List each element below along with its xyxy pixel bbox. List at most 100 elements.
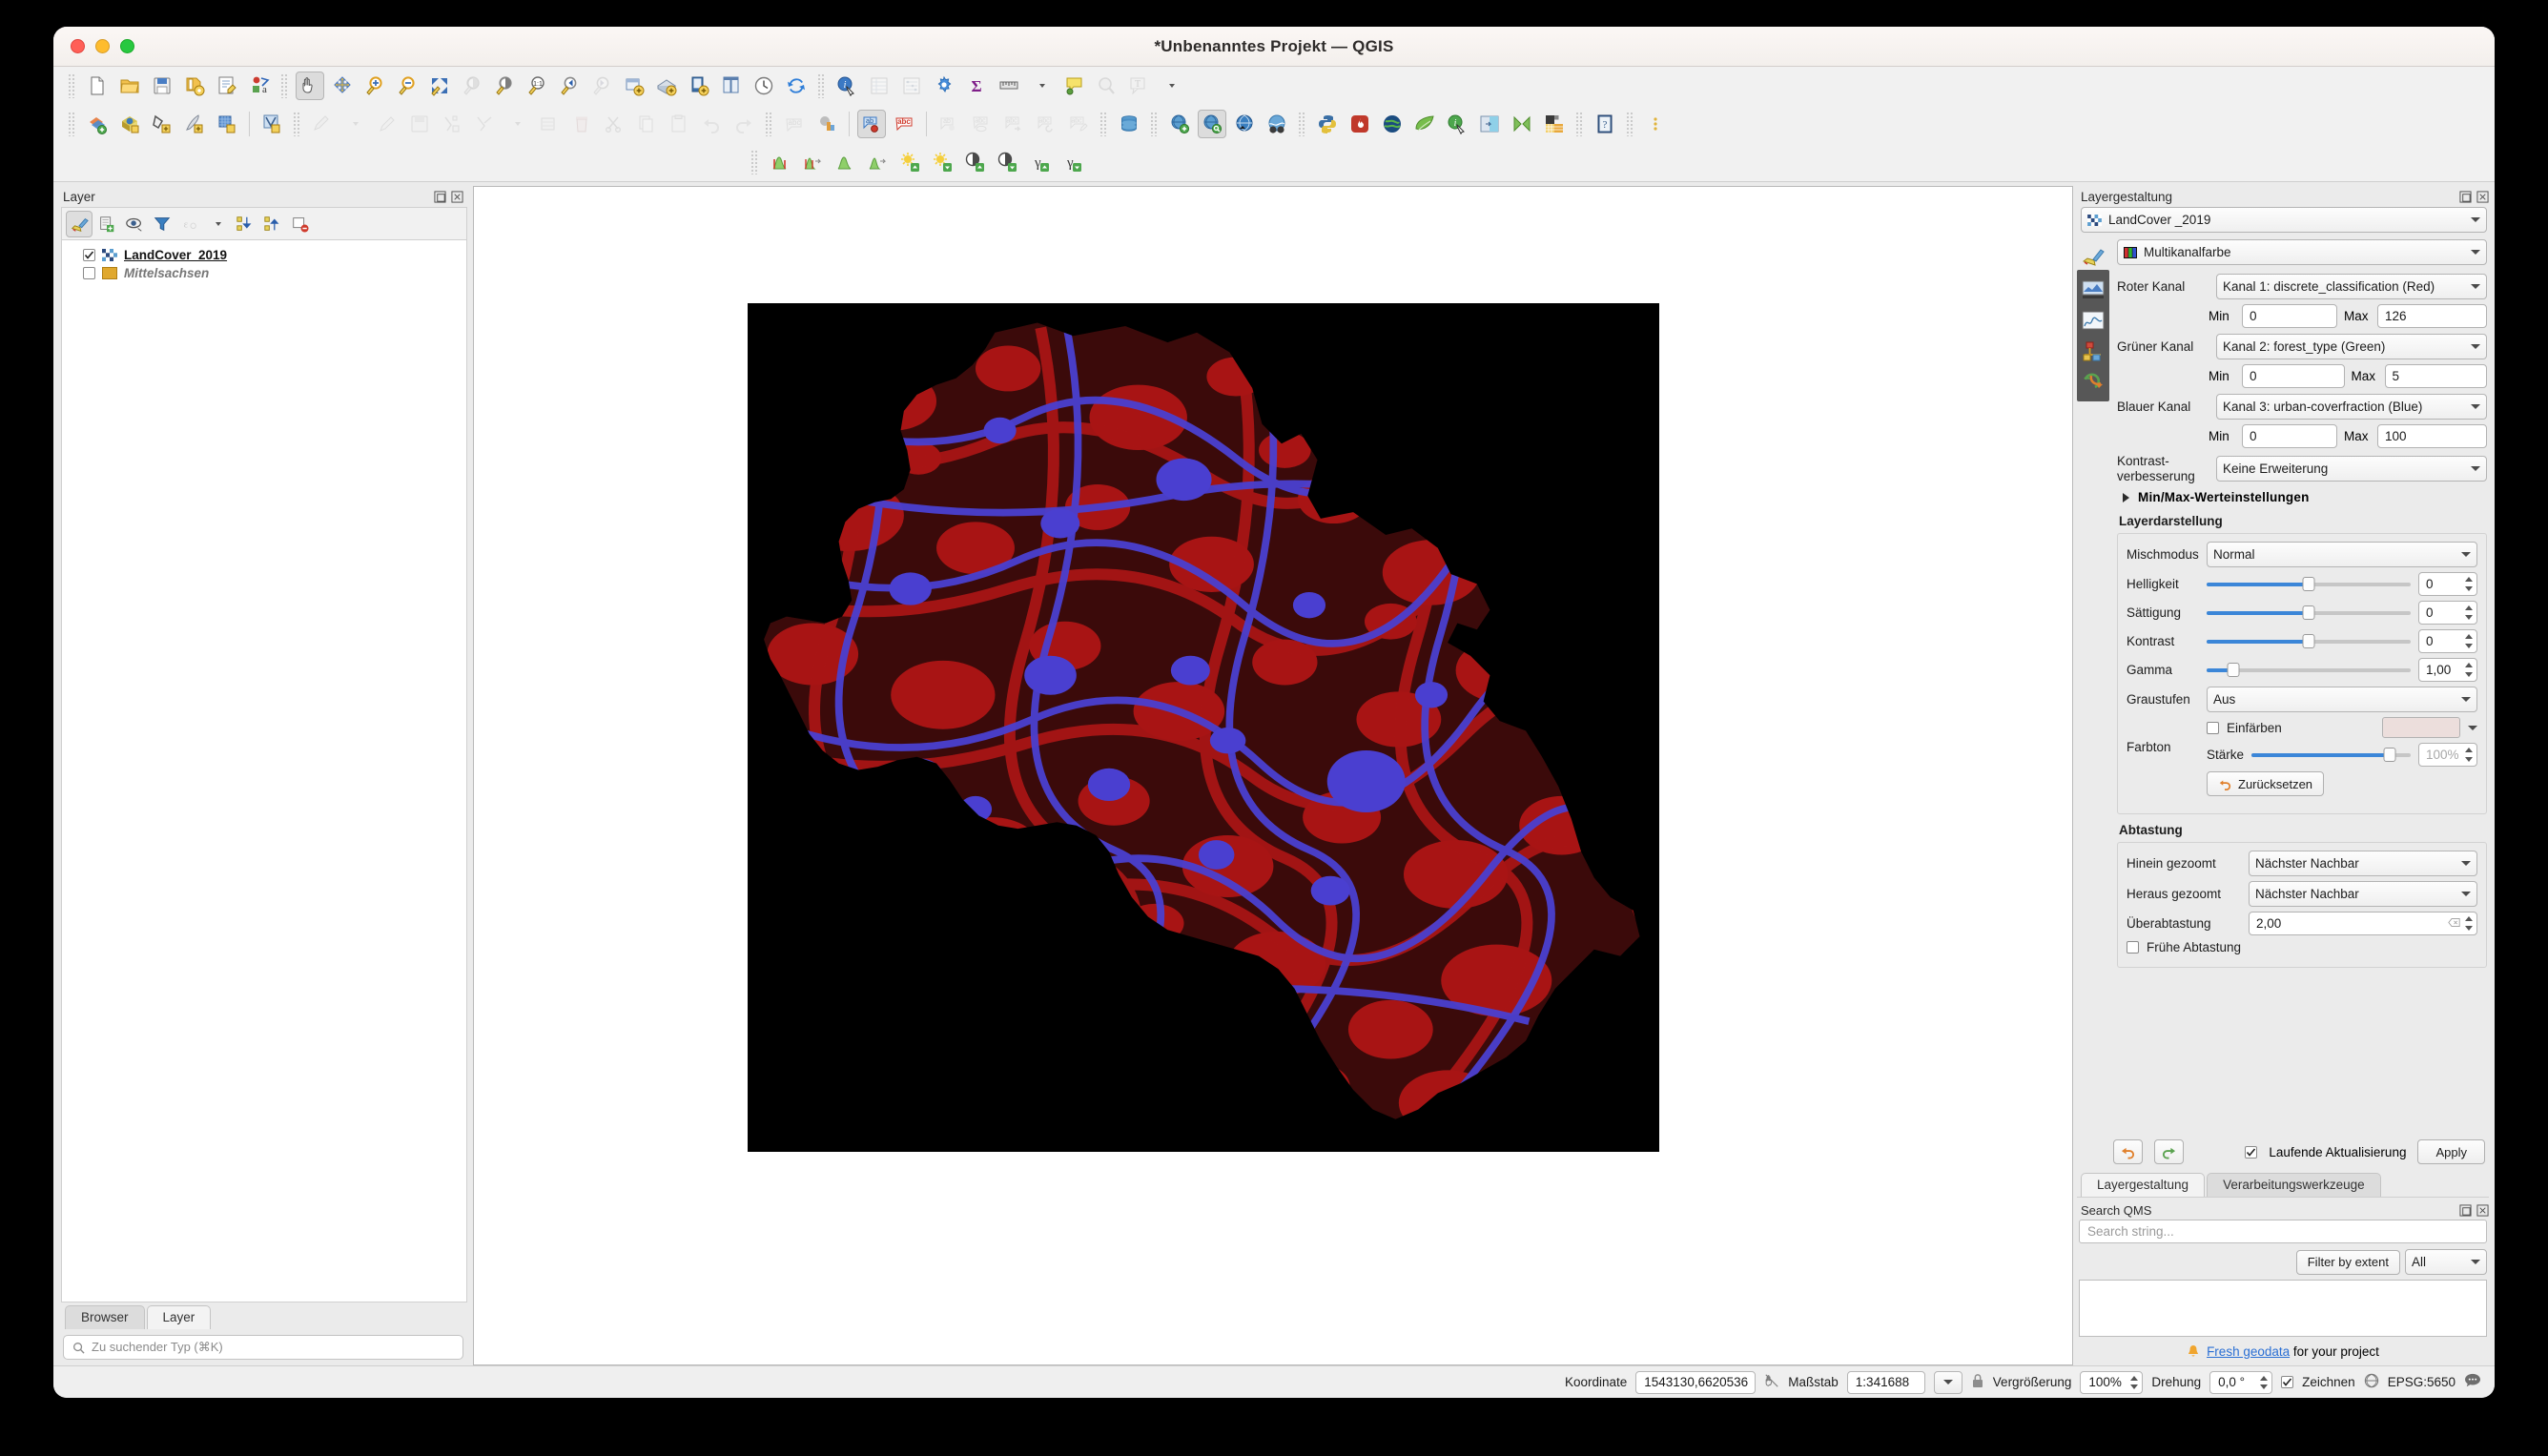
toolbar-grip[interactable] — [1298, 112, 1306, 136]
zoom-in-icon[interactable] — [360, 72, 389, 100]
toolbar-grip[interactable] — [765, 112, 773, 136]
zoom-next-icon[interactable] — [587, 72, 616, 100]
expand-all-icon[interactable] — [232, 211, 258, 237]
vertex-tool-icon[interactable] — [438, 110, 466, 138]
raster-plugin-icon[interactable] — [1540, 110, 1569, 138]
message-bubble-icon[interactable] — [2464, 1373, 2481, 1391]
contrast-enhancement-selector[interactable]: Keine Erweiterung — [2216, 456, 2487, 482]
strength-slider[interactable] — [2251, 748, 2411, 763]
temporal-controller-icon[interactable] — [750, 72, 778, 100]
contrast-slider[interactable] — [2207, 634, 2411, 649]
globe-plugin-icon[interactable] — [1378, 110, 1407, 138]
chevron-down-icon[interactable] — [204, 211, 231, 237]
add-wms-layer-icon[interactable] — [115, 110, 144, 138]
manage-layer-visibility-icon[interactable] — [121, 211, 148, 237]
add-mesh-layer-icon[interactable] — [213, 110, 241, 138]
new-print-layout-icon[interactable] — [213, 72, 241, 100]
contrast-decrease-icon[interactable] — [993, 148, 1021, 176]
add-vector-tile-icon[interactable] — [148, 110, 176, 138]
search-map-icon[interactable] — [1092, 72, 1120, 100]
qms-globe-icon[interactable] — [1230, 110, 1259, 138]
blue-band-max-input[interactable]: 100 — [2377, 424, 2488, 448]
zoom-native-resolution-icon[interactable]: 1:1 — [523, 72, 551, 100]
redo-icon[interactable] — [729, 110, 758, 138]
collapse-all-icon[interactable] — [259, 211, 286, 237]
brightness-slider[interactable] — [2207, 577, 2411, 592]
renderer-selector[interactable]: Multikanalfarbe — [2117, 239, 2487, 265]
show-hide-labels-icon[interactable]: abc — [967, 110, 996, 138]
live-update-checkbox[interactable] — [2245, 1145, 2258, 1159]
pan-map-icon[interactable] — [296, 72, 324, 100]
highlight-labels-icon[interactable]: abc — [890, 110, 918, 138]
panel-plugin-icon[interactable] — [1475, 110, 1504, 138]
chevron-down-icon[interactable] — [340, 110, 369, 138]
tab-layergestaltung[interactable]: Layergestaltung — [2081, 1173, 2206, 1197]
plugin-fire-icon[interactable] — [1346, 110, 1374, 138]
refresh-icon[interactable] — [782, 72, 811, 100]
qms-results-list[interactable] — [2079, 1280, 2487, 1337]
move-label-icon[interactable]: ab — [935, 110, 963, 138]
toggle-editing-icon[interactable] — [373, 110, 401, 138]
map-canvas[interactable] — [473, 186, 2073, 1365]
sum-icon[interactable]: Σ — [962, 72, 991, 100]
red-band-min-input[interactable]: 0 — [2242, 304, 2337, 328]
colorize-color-swatch[interactable] — [2382, 717, 2460, 739]
qms-search-input[interactable]: Search string... — [2079, 1220, 2487, 1243]
close-panel-icon[interactable] — [2476, 190, 2489, 203]
chevron-down-icon[interactable] — [1157, 72, 1185, 100]
chevron-down-icon[interactable] — [1027, 72, 1056, 100]
toolbar-grip[interactable] — [1099, 112, 1108, 136]
measure-line-icon[interactable] — [995, 72, 1023, 100]
coordinate-capture-icon[interactable] — [1764, 1373, 1779, 1391]
processing-toolbox-icon[interactable] — [930, 72, 958, 100]
zoom-to-layer-icon[interactable] — [490, 72, 519, 100]
fresh-geodata-link[interactable]: Fresh geodata — [2207, 1344, 2290, 1359]
toolbar-grip[interactable] — [293, 112, 301, 136]
crs-value[interactable]: EPSG:5650 — [2388, 1375, 2456, 1389]
oversampling-spinbox[interactable]: 2,00 — [2249, 912, 2477, 936]
add-vector-layer-icon[interactable] — [83, 110, 112, 138]
copy-features-icon[interactable] — [632, 110, 661, 138]
zoom-out-icon[interactable] — [393, 72, 421, 100]
open-attribute-table-icon[interactable] — [865, 72, 894, 100]
red-band-selector[interactable]: Kanal 1: discrete_classification (Red) — [2216, 274, 2487, 299]
tab-layer[interactable]: Layer — [146, 1305, 212, 1329]
new-virtual-layer-icon[interactable] — [257, 110, 286, 138]
zoomed-in-selector[interactable]: Nächster Nachbar — [2249, 851, 2477, 877]
green-band-selector[interactable]: Kanal 2: forest_type (Green) — [2216, 334, 2487, 359]
layer-visibility-checkbox[interactable] — [83, 267, 95, 279]
contrast-increase-icon[interactable] — [960, 148, 989, 176]
symbology-icon[interactable] — [2077, 241, 2109, 270]
zoom-last-icon[interactable] — [555, 72, 584, 100]
crs-globe-icon[interactable] — [2364, 1373, 2379, 1391]
minmax-settings-expander[interactable]: Min/Max-Werteinstellungen — [2123, 490, 2487, 504]
style-manager-icon[interactable]: a — [245, 72, 274, 100]
close-panel-icon[interactable] — [451, 190, 463, 203]
gamma-decrease-icon[interactable]: γ — [1058, 148, 1086, 176]
statistical-summary-icon[interactable] — [897, 72, 926, 100]
move-label2-icon[interactable]: abc — [999, 110, 1028, 138]
add-group-icon[interactable] — [93, 211, 120, 237]
new-3d-map-view-icon[interactable] — [652, 72, 681, 100]
add-delimited-text-icon[interactable] — [180, 110, 209, 138]
red-band-max-input[interactable]: 126 — [2377, 304, 2488, 328]
coordinate-input[interactable]: 1543130,6620536 — [1635, 1370, 1757, 1394]
diagram-tool-icon[interactable] — [812, 110, 841, 138]
colorize-checkbox[interactable] — [2207, 721, 2219, 734]
scale-dropdown[interactable] — [1933, 1370, 1962, 1394]
stretch-histogram-extent-icon[interactable] — [798, 148, 827, 176]
save-layer-edits-icon[interactable] — [405, 110, 434, 138]
pan-to-selection-icon[interactable] — [328, 72, 357, 100]
close-panel-icon[interactable] — [2476, 1203, 2489, 1217]
rotate-label-icon[interactable]: abc — [1032, 110, 1060, 138]
cumulative-cut-stretch-icon[interactable] — [831, 148, 859, 176]
gamma-spinbox[interactable]: 1,00 — [2418, 658, 2477, 683]
cut-features-icon[interactable] — [600, 110, 628, 138]
float-panel-icon[interactable] — [434, 190, 446, 203]
chevron-down-icon[interactable] — [503, 110, 531, 138]
rotation-spinbox[interactable]: 0,0 ° — [2209, 1370, 2273, 1394]
toolbar-grip[interactable] — [1150, 112, 1159, 136]
layer-tree[interactable]: LandCover_2019 Mittelsachsen — [61, 239, 467, 1302]
open-project-icon[interactable] — [115, 72, 144, 100]
new-project-icon[interactable] — [83, 72, 112, 100]
